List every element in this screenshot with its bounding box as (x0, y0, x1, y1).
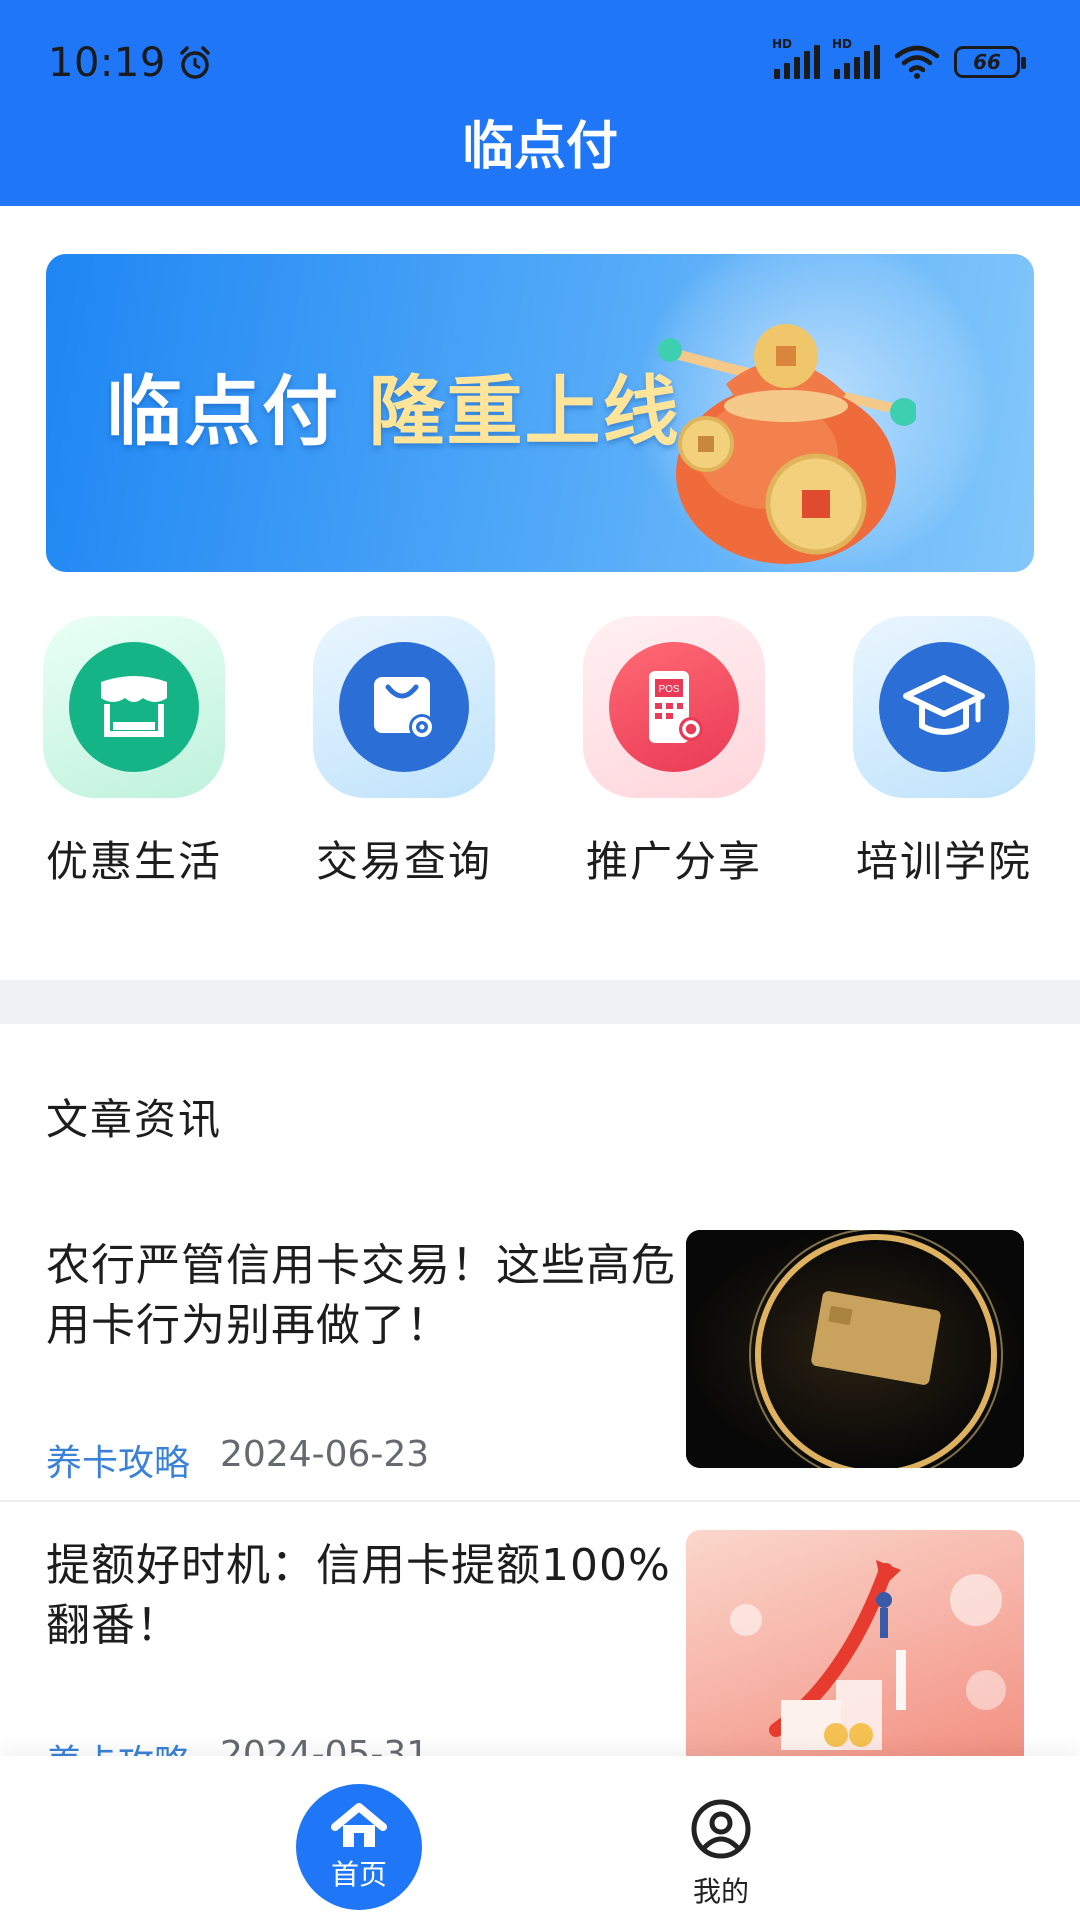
app-header: 10:19 HD HD 66 临点付 (0, 0, 1080, 206)
signal-icon: HD (772, 37, 820, 79)
article-title: 提额好时机：信用卡提额100%翻番！ (46, 1540, 671, 1651)
nav-home-label: 首页 (330, 1858, 387, 1891)
menu-item-promote-share[interactable]: POS 推广分享 (574, 616, 774, 889)
promo-banner[interactable]: 临点付 隆重上线 (46, 254, 1034, 572)
menu-item-discount-life[interactable]: 优惠生活 (34, 616, 234, 889)
status-time-text: 10:19 (48, 40, 166, 86)
menu-icon-bg (43, 616, 225, 798)
banner-highlight: 隆重上线 (368, 367, 681, 456)
section-separator (0, 980, 1080, 1024)
page-title: 临点付 (461, 117, 618, 177)
menu-icon-bg (853, 616, 1035, 798)
home-icon (331, 1803, 387, 1847)
status-icons: HD HD 66 (772, 37, 1026, 80)
section-title-articles: 文章资讯 (46, 1095, 223, 1144)
menu-label: 培训学院 (855, 837, 1032, 886)
menu-icon-bg: POS (583, 616, 765, 798)
wifi-icon (894, 45, 940, 79)
menu-label: 交易查询 (315, 837, 492, 886)
article-thumbnail (686, 1530, 1024, 1768)
article-thumbnail (686, 1230, 1024, 1468)
nav-home-button[interactable]: 首页 (296, 1784, 422, 1910)
article-title: 农行严管信用卡交易！这些高危用卡行为别再做了！ (46, 1240, 676, 1351)
article-tag: 养卡攻略 (46, 1443, 191, 1484)
signal-icon-2: HD (832, 37, 880, 79)
nav-me-button[interactable]: 我的 (676, 1798, 766, 1910)
lucky-bag-illustration (658, 324, 916, 564)
svg-text:POS: POS (658, 684, 679, 695)
user-profile-icon (691, 1799, 751, 1859)
banner-headline: 临点付 隆重上线 (106, 350, 680, 460)
graduation-cap-icon (879, 642, 1009, 772)
article-item[interactable]: 农行严管信用卡交易！这些高危用卡行为别再做了！ 养卡攻略 2024-06-23 (0, 1230, 1080, 1536)
bottom-nav: 首页 我的 (0, 1756, 1080, 1920)
banner-brand: 临点付 (106, 367, 340, 456)
article-date: 2024-06-23 (220, 1434, 430, 1475)
menu-icon-bg (313, 616, 495, 798)
menu-item-transaction-query[interactable]: 交易查询 (304, 616, 504, 889)
shopping-bag-settings-icon (339, 642, 469, 772)
status-bar-time: 10:19 (48, 40, 214, 86)
menu-label: 优惠生活 (45, 837, 222, 886)
storefront-icon (69, 642, 199, 772)
alarm-icon (180, 46, 210, 79)
battery-icon: 66 (954, 46, 1026, 78)
menu-item-training-academy[interactable]: 培训学院 (844, 616, 1044, 889)
quick-menu: 优惠生活 交易查询 POS 推广分享 培训学院 (0, 616, 1080, 906)
menu-label: 推广分享 (585, 837, 762, 886)
pos-terminal-icon: POS (609, 642, 739, 772)
battery-level: 66 (973, 50, 1001, 74)
article-divider (0, 1500, 1080, 1502)
nav-me-label: 我的 (692, 1875, 749, 1908)
